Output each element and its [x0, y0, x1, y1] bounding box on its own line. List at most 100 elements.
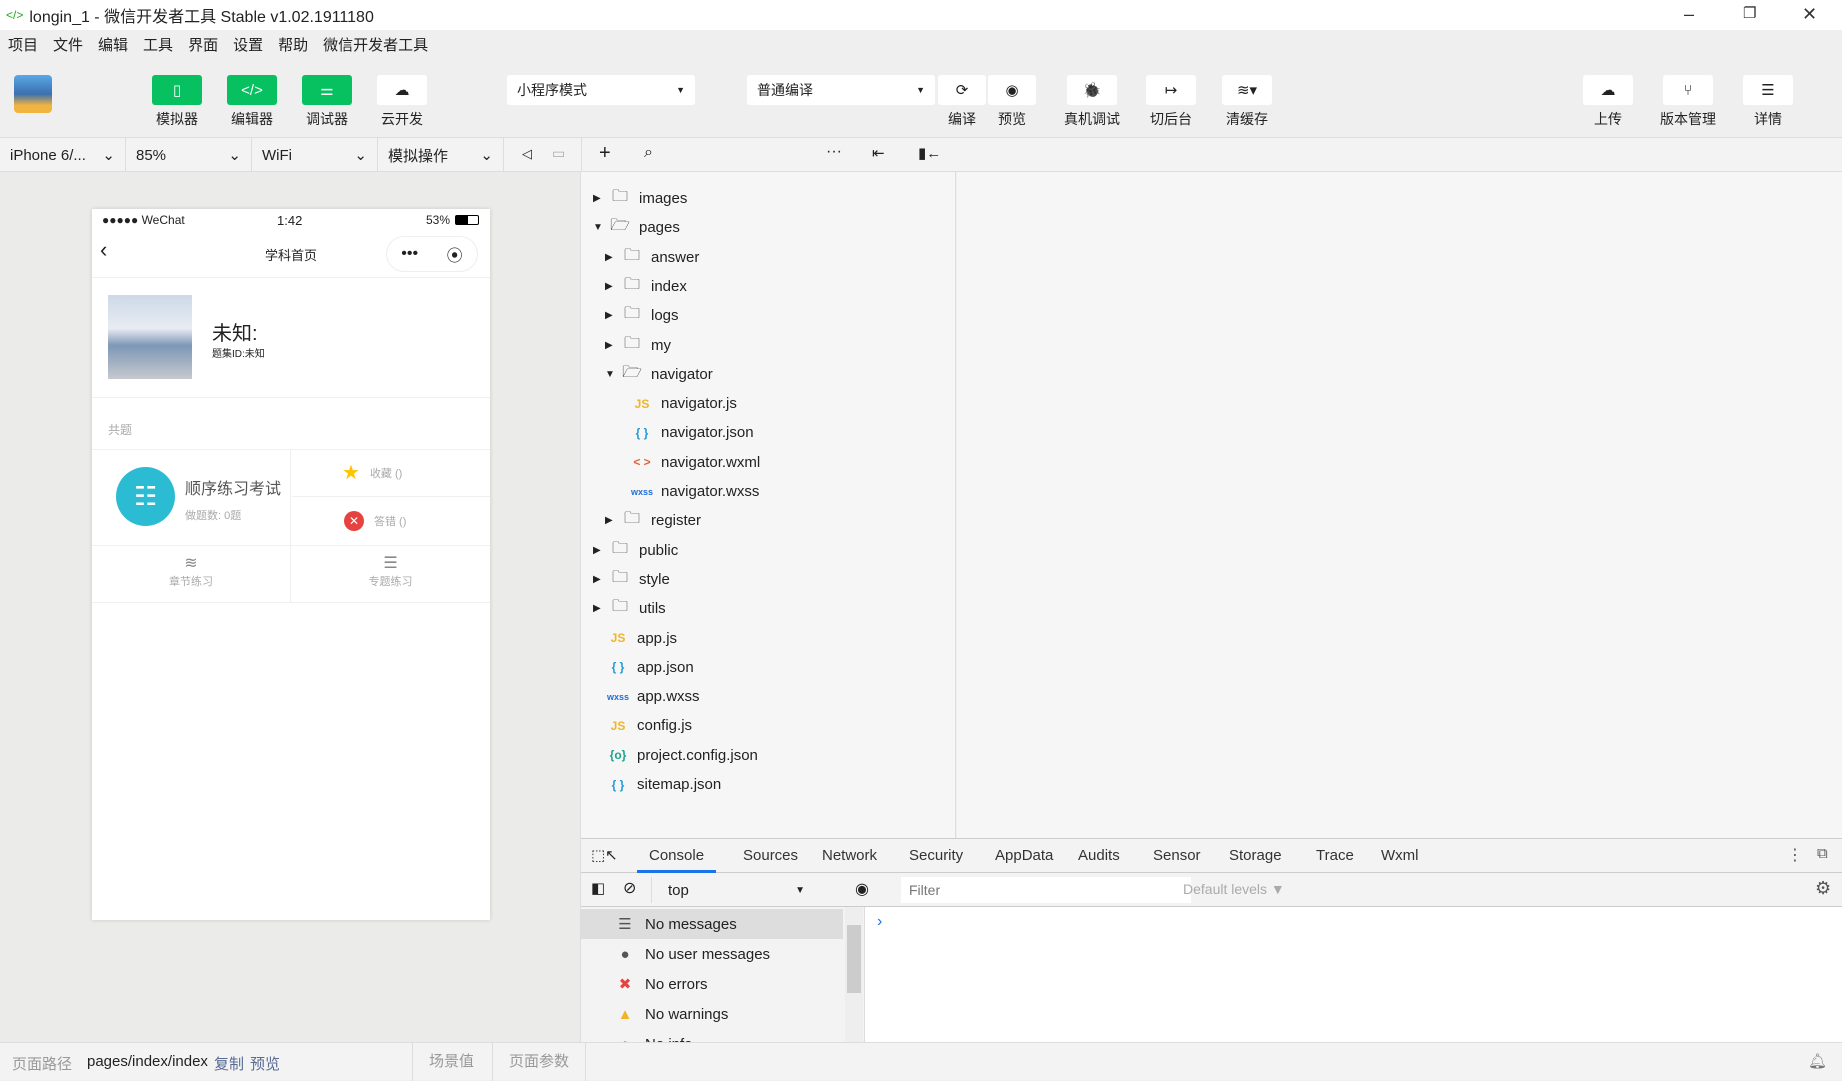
- context-select[interactable]: top ▼: [651, 877, 811, 903]
- file-item[interactable]: { } app.json: [605, 653, 694, 682]
- switch-background-button[interactable]: ↦ 切后台: [1146, 75, 1196, 129]
- caret-right-icon[interactable]: ▶: [605, 515, 619, 526]
- topic-practice-button[interactable]: ☰ 专题练习: [291, 545, 490, 603]
- avatar[interactable]: [14, 75, 52, 113]
- levels-select[interactable]: Default levels ▼: [1183, 881, 1285, 897]
- gear-icon[interactable]: ⚙: [1815, 878, 1831, 899]
- folder-item[interactable]: ▶ 🗀︎ answer: [605, 243, 699, 272]
- scrollbar[interactable]: [845, 907, 863, 1043]
- menu-project[interactable]: 项目: [8, 34, 38, 55]
- page-params-button[interactable]: 页面参数: [492, 1043, 587, 1081]
- eye-icon[interactable]: ◉: [855, 879, 869, 899]
- compile-select[interactable]: 普通编译 ▼: [747, 75, 935, 105]
- tab-security[interactable]: Security: [909, 839, 963, 873]
- capsule-menu[interactable]: ••• ⦿: [386, 236, 478, 272]
- caret-right-icon[interactable]: ▶: [605, 310, 619, 321]
- editor-button[interactable]: </> 编辑器: [227, 75, 277, 129]
- scene-button[interactable]: 场景值: [412, 1043, 490, 1081]
- wrong-answers-item[interactable]: ✕ 答错 (): [292, 497, 490, 545]
- folder-item[interactable]: ▶ 🗀︎ register: [605, 506, 701, 535]
- caret-right-icon[interactable]: ▶: [593, 545, 607, 556]
- debugger-button[interactable]: ⚌ 调试器: [302, 75, 352, 129]
- remote-debug-button[interactable]: 🐞 真机调试: [1062, 75, 1122, 129]
- more-vert-icon[interactable]: ⋮: [1787, 845, 1803, 865]
- menu-view[interactable]: 界面: [188, 34, 218, 55]
- file-item[interactable]: { } navigator.json: [629, 418, 754, 447]
- compile-button[interactable]: ⟳ 编译: [937, 75, 987, 129]
- minimize-button[interactable]: –: [1684, 4, 1694, 25]
- tab-console[interactable]: Console: [637, 839, 717, 873]
- tab-appdata[interactable]: AppData: [995, 839, 1053, 873]
- close-circle-icon[interactable]: ⦿: [447, 242, 463, 266]
- bell-icon[interactable]: 🔔︎: [1808, 1052, 1827, 1070]
- console-filter-item[interactable]: ▲ No warnings: [581, 999, 843, 1029]
- chapter-practice-button[interactable]: ≋ 章节练习: [92, 545, 291, 603]
- caret-right-icon[interactable]: ▶: [605, 281, 619, 292]
- add-icon[interactable]: +: [599, 142, 611, 165]
- tab-audits[interactable]: Audits: [1078, 839, 1120, 873]
- caret-down-icon[interactable]: ▼: [593, 222, 607, 233]
- folder-item[interactable]: ▶ 🗀︎ public: [593, 536, 678, 565]
- menu-tools[interactable]: 工具: [143, 34, 173, 55]
- caret-right-icon[interactable]: ▶: [605, 252, 619, 263]
- inspect-element-icon[interactable]: ⬚↖: [591, 846, 618, 864]
- upload-button[interactable]: ☁ 上传: [1583, 75, 1633, 129]
- sequential-practice-card[interactable]: ☷ 顺序练习考试 做题数: 0题: [92, 449, 291, 545]
- menu-settings[interactable]: 设置: [233, 34, 263, 55]
- file-item[interactable]: wxss app.wxss: [605, 682, 700, 711]
- menu-file[interactable]: 文件: [53, 34, 83, 55]
- caret-right-icon[interactable]: ▶: [593, 603, 607, 614]
- clear-cache-button[interactable]: ≋▾ 清缓存: [1222, 75, 1272, 129]
- zoom-select[interactable]: 85% ⌄: [126, 138, 252, 172]
- folder-item[interactable]: ▼ 🗁︎ pages: [593, 213, 680, 242]
- folder-item[interactable]: ▶ 🗀︎ my: [605, 331, 671, 360]
- cloud-dev-button[interactable]: ☁ 云开发: [377, 75, 427, 129]
- window-icon[interactable]: ▭: [552, 145, 565, 162]
- search-icon[interactable]: ⌕: [644, 144, 653, 162]
- close-button[interactable]: ✕: [1802, 4, 1817, 25]
- file-item[interactable]: {o} project.config.json: [605, 741, 758, 770]
- console-filter-item[interactable]: ✖ No errors: [581, 969, 843, 999]
- version-control-button[interactable]: ⑂ 版本管理: [1656, 75, 1720, 129]
- copy-link[interactable]: 复制: [214, 1053, 244, 1074]
- sidebar-toggle-icon[interactable]: ◧: [591, 879, 605, 897]
- mode-select[interactable]: 小程序模式 ▼: [507, 75, 695, 105]
- file-item[interactable]: JS navigator.js: [629, 389, 737, 418]
- folder-item[interactable]: ▶ 🗀︎ images: [593, 184, 687, 213]
- menu-wechat-devtools[interactable]: 微信开发者工具: [323, 34, 428, 55]
- folder-item[interactable]: ▼ 🗁︎ navigator: [605, 360, 713, 389]
- folder-item[interactable]: ▶ 🗀︎ utils: [593, 594, 666, 623]
- tab-network[interactable]: Network: [822, 839, 877, 873]
- caret-down-icon[interactable]: ▼: [605, 369, 619, 380]
- tab-sources[interactable]: Sources: [743, 839, 798, 873]
- caret-right-icon[interactable]: ▶: [605, 340, 619, 351]
- console-filter-item[interactable]: ●No info: [581, 1029, 843, 1044]
- file-item[interactable]: < > navigator.wxml: [629, 448, 760, 477]
- folder-item[interactable]: ▶ 🗀︎ index: [605, 272, 687, 301]
- more-icon[interactable]: ···: [826, 143, 842, 161]
- volume-icon[interactable]: ◁: [522, 146, 532, 162]
- simulate-select[interactable]: 模拟操作 ⌄: [378, 138, 504, 172]
- menu-edit[interactable]: 编辑: [98, 34, 128, 55]
- preview-button[interactable]: ◉ 预览: [987, 75, 1037, 129]
- tab-storage[interactable]: Storage: [1229, 839, 1282, 873]
- console-filter-item[interactable]: ☰ No messages: [581, 909, 843, 939]
- restore-button[interactable]: ❐: [1743, 4, 1756, 22]
- favorites-item[interactable]: ★ 收藏 (): [292, 449, 490, 497]
- simulator-button[interactable]: ▯ 模拟器: [152, 75, 202, 129]
- tab-trace[interactable]: Trace: [1316, 839, 1354, 873]
- undock-icon[interactable]: ⧉: [1817, 845, 1828, 862]
- file-item[interactable]: JS config.js: [605, 711, 692, 740]
- hide-tree-icon[interactable]: ▮←: [918, 144, 941, 162]
- tab-wxml[interactable]: Wxml: [1381, 839, 1419, 873]
- tab-sensor[interactable]: Sensor: [1153, 839, 1201, 873]
- menu-help[interactable]: 帮助: [278, 34, 308, 55]
- more-dots-icon[interactable]: •••: [401, 245, 418, 263]
- file-item[interactable]: wxss navigator.wxss: [629, 477, 759, 506]
- console-prompt[interactable]: ›: [877, 913, 882, 931]
- caret-right-icon[interactable]: ▶: [593, 574, 607, 585]
- console-filter-item[interactable]: ● No user messages: [581, 939, 843, 969]
- filter-input[interactable]: [901, 877, 1191, 903]
- device-select[interactable]: iPhone 6/... ⌄: [0, 138, 126, 172]
- preview-link[interactable]: 预览: [250, 1053, 280, 1074]
